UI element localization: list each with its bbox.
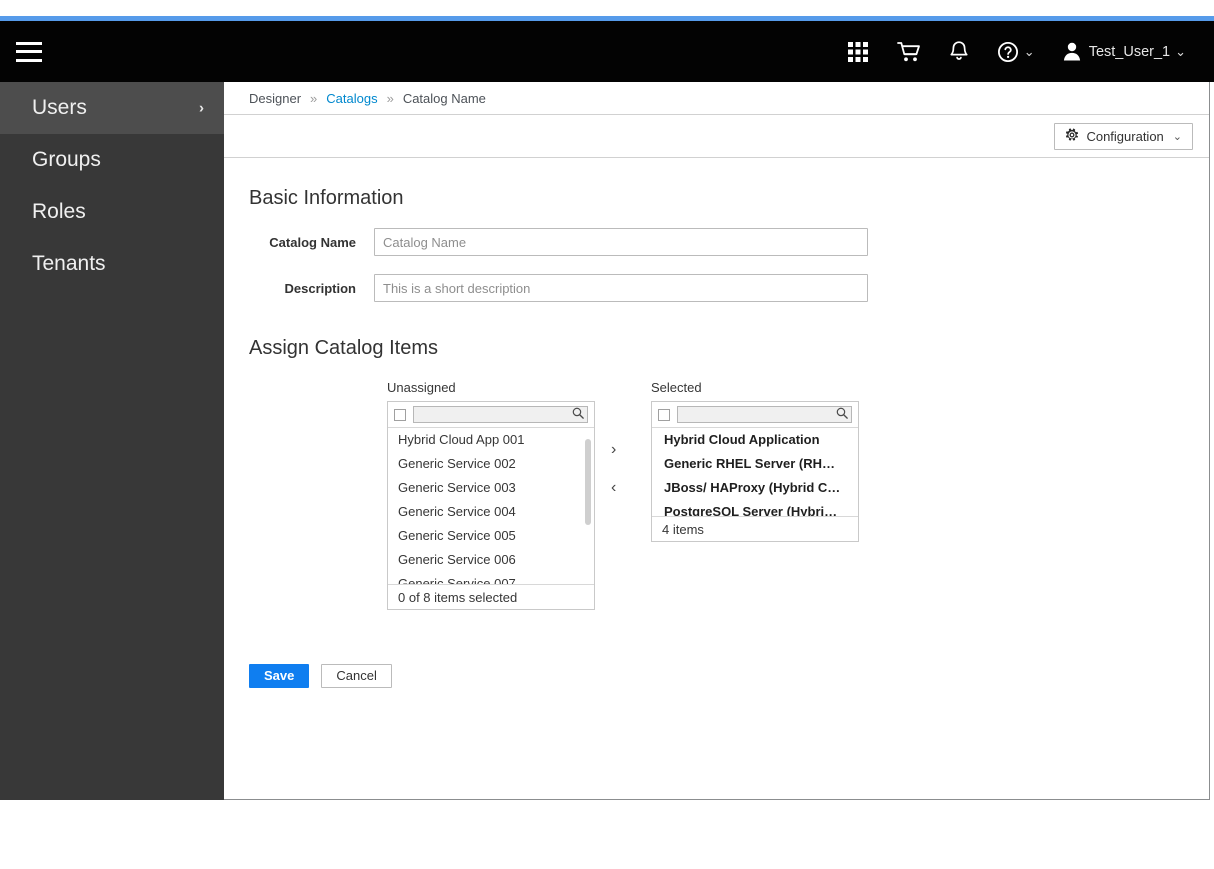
help-circle-icon[interactable]: ⌄ <box>983 21 1049 82</box>
form-actions: Save Cancel <box>249 664 1209 688</box>
breadcrumb-separator-icon: » <box>386 90 394 106</box>
form-body: Basic Information Catalog Name Descripti… <box>224 186 1209 688</box>
list-item[interactable]: JBoss/ HAProxy (Hybrid Cloud) <box>652 476 858 500</box>
content-area: Designer » Catalogs » Catalog Name Confi… <box>224 82 1210 800</box>
sidebar-item-roles[interactable]: Roles <box>0 186 224 238</box>
chevron-down-icon: ⌄ <box>1172 130 1182 143</box>
configuration-button[interactable]: Configuration ⌄ <box>1054 122 1193 150</box>
sidebar-item-users[interactable]: Users › <box>0 82 224 134</box>
user-menu[interactable]: Test_User_1 ⌄ <box>1049 21 1200 82</box>
breadcrumb-item-current: Catalog Name <box>402 90 486 106</box>
selected-box: Hybrid Cloud Application Generic RHEL Se… <box>651 401 859 542</box>
menu-toggle-icon[interactable] <box>16 41 42 62</box>
unassigned-footer: 0 of 8 items selected <box>388 584 594 609</box>
basic-information-title: Basic Information <box>249 187 404 209</box>
description-input[interactable] <box>374 274 868 302</box>
bell-icon[interactable] <box>935 21 983 82</box>
catalog-name-label: Catalog Name <box>269 234 356 250</box>
user-caret-icon: ⌄ <box>1175 44 1186 59</box>
selected-list[interactable]: Hybrid Cloud Application Generic RHEL Se… <box>652 428 858 516</box>
selected-title: Selected <box>651 380 702 395</box>
unassigned-scrollbar-thumb[interactable] <box>585 439 591 525</box>
apps-grid-icon[interactable] <box>833 21 883 82</box>
list-item[interactable]: Generic Service 002 <box>388 452 594 476</box>
unassigned-list[interactable]: Hybrid Cloud App 001 Generic Service 002… <box>388 428 594 584</box>
selected-search-wrap <box>677 406 852 425</box>
gear-icon <box>1065 128 1079 144</box>
list-item[interactable]: Generic RHEL Server (RHEV) <box>652 452 858 476</box>
sidebar-item-label: Groups <box>32 148 101 171</box>
selected-footer: 4 items <box>652 516 858 541</box>
dual-list-selector: Unassigned Hybrid Cloud App 001 Generic … <box>249 380 1209 610</box>
unassigned-header <box>388 402 594 428</box>
unassigned-search-wrap <box>413 406 588 425</box>
catalog-name-input[interactable] <box>374 228 868 256</box>
sidebar-item-label: Roles <box>32 200 86 223</box>
move-right-button[interactable]: › <box>611 442 616 458</box>
description-row: Description <box>249 274 1209 302</box>
cancel-button[interactable]: Cancel <box>321 664 392 688</box>
username-label: Test_User_1 <box>1088 43 1171 60</box>
list-item[interactable]: Generic Service 003 <box>388 476 594 500</box>
unassigned-box: Hybrid Cloud App 001 Generic Service 002… <box>387 401 595 610</box>
unassigned-select-all-checkbox[interactable] <box>394 408 406 421</box>
toolbar: Configuration ⌄ <box>224 115 1209 158</box>
sidebar: Users › Groups Roles Tenants <box>0 82 224 800</box>
chevron-right-icon: › <box>199 99 204 117</box>
list-item[interactable]: Hybrid Cloud App 001 <box>388 428 594 452</box>
list-item[interactable]: Generic Service 005 <box>388 524 594 548</box>
masthead: ⌄ Test_User_1 ⌄ <box>0 21 1214 82</box>
unassigned-pane: Unassigned Hybrid Cloud App 001 Generic … <box>387 380 595 610</box>
list-item[interactable]: Generic Service 004 <box>388 500 594 524</box>
unassigned-search-input[interactable] <box>414 409 587 425</box>
app-page: ⌄ Test_User_1 ⌄ Users › Groups Roles Ten… <box>0 0 1214 869</box>
breadcrumb-item-designer[interactable]: Designer <box>249 91 301 106</box>
selected-search-input[interactable] <box>678 409 851 425</box>
list-item[interactable]: Generic Service 007 <box>388 572 594 584</box>
list-item[interactable]: Hybrid Cloud Application <box>652 428 858 452</box>
sidebar-item-label: Users <box>32 96 87 119</box>
selected-select-all-checkbox[interactable] <box>658 408 670 421</box>
breadcrumb-separator-icon: » <box>310 90 318 106</box>
transfer-controls: › ‹ <box>611 442 616 496</box>
unassigned-title: Unassigned <box>387 380 456 395</box>
save-button[interactable]: Save <box>249 664 310 688</box>
user-avatar-icon <box>1063 42 1080 61</box>
shopping-cart-icon[interactable] <box>883 21 935 82</box>
masthead-tools: ⌄ Test_User_1 ⌄ <box>833 21 1214 82</box>
list-item[interactable]: Generic Service 006 <box>388 548 594 572</box>
help-caret-icon: ⌄ <box>1023 44 1035 59</box>
sidebar-item-groups[interactable]: Groups <box>0 134 224 186</box>
breadcrumb-item-catalogs[interactable]: Catalogs <box>326 91 377 106</box>
breadcrumb: Designer » Catalogs » Catalog Name <box>224 82 1209 115</box>
catalog-name-row: Catalog Name <box>249 228 1209 256</box>
configuration-label: Configuration <box>1086 128 1164 144</box>
sidebar-item-label: Tenants <box>32 252 106 275</box>
list-item[interactable]: PostgreSQL Server (Hybrid Cl... <box>652 500 858 516</box>
selected-header <box>652 402 858 428</box>
description-label: Description <box>284 280 356 296</box>
selected-pane: Selected Hybrid Cloud Application Generi… <box>651 380 859 542</box>
sidebar-item-tenants[interactable]: Tenants <box>0 238 224 290</box>
move-left-button[interactable]: ‹ <box>611 480 616 496</box>
assign-catalog-items-title: Assign Catalog Items <box>249 337 438 359</box>
